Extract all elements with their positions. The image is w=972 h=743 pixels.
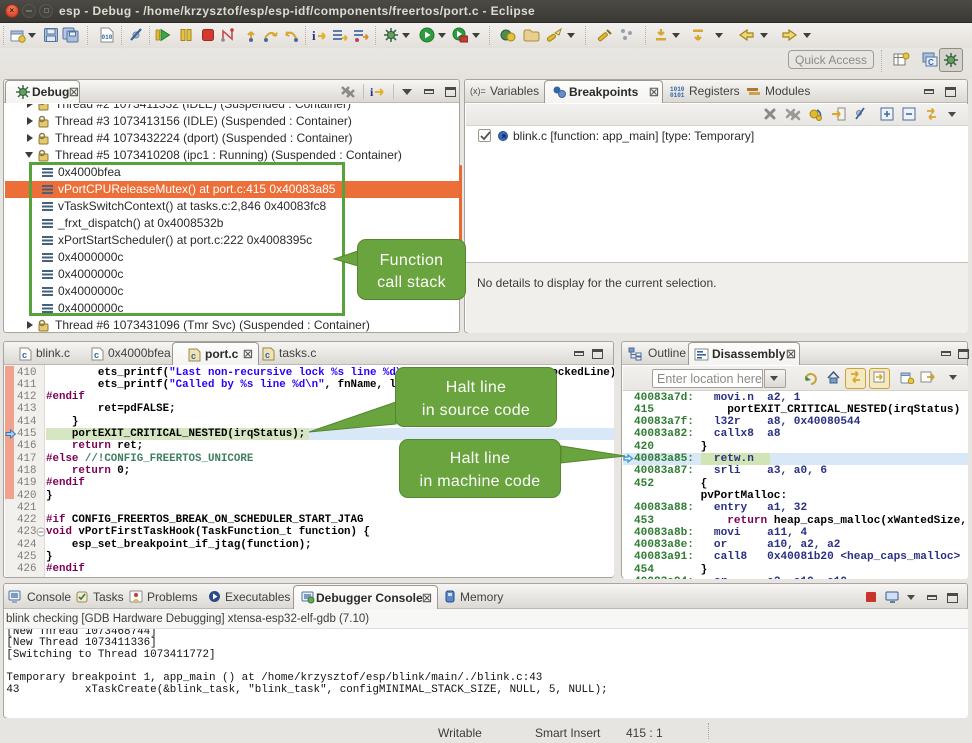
svg-text:c: c xyxy=(265,350,270,360)
svg-text:c: c xyxy=(22,350,27,360)
svg-text:i: i xyxy=(370,85,374,99)
svg-text:i: i xyxy=(312,28,316,43)
svg-text:c: c xyxy=(191,351,196,361)
svg-text:c: c xyxy=(94,350,99,360)
svg-text:C: C xyxy=(928,58,934,67)
svg-text:0101: 0101 xyxy=(670,92,685,99)
svg-text:(x)=: (x)= xyxy=(470,86,486,96)
svg-text:010: 010 xyxy=(102,34,113,41)
